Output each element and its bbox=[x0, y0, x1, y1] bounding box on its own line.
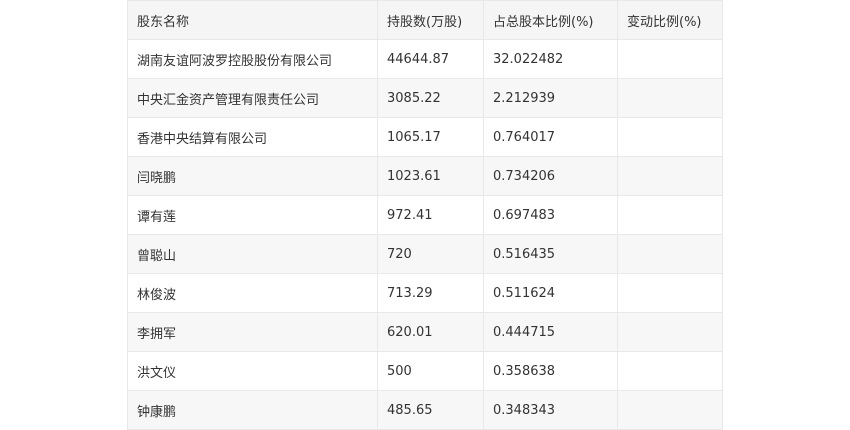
cell-share-ratio: 0.511624 bbox=[483, 273, 618, 313]
table-row: 洪文仪 500 0.358638 bbox=[127, 351, 723, 391]
cell-shares-held: 720 bbox=[377, 234, 484, 274]
cell-share-ratio: 0.516435 bbox=[483, 234, 618, 274]
table-row: 闫晓鹏 1023.61 0.734206 bbox=[127, 156, 723, 196]
cell-shares-held: 1065.17 bbox=[377, 117, 484, 157]
table-row: 曾聪山 720 0.516435 bbox=[127, 234, 723, 274]
table-row: 香港中央结算有限公司 1065.17 0.764017 bbox=[127, 117, 723, 157]
header-shares-held: 持股数(万股) bbox=[377, 0, 484, 40]
shareholder-table: 股东名称 持股数(万股) 占总股本比例(%) 变动比例(%) 湖南友谊阿波罗控股… bbox=[127, 0, 723, 430]
cell-share-ratio: 0.734206 bbox=[483, 156, 618, 196]
cell-shareholder-name: 中央汇金资产管理有限责任公司 bbox=[127, 78, 378, 118]
cell-change-ratio bbox=[617, 117, 723, 157]
cell-shares-held: 1023.61 bbox=[377, 156, 484, 196]
cell-shareholder-name: 谭有莲 bbox=[127, 195, 378, 235]
cell-shareholder-name: 洪文仪 bbox=[127, 351, 378, 391]
cell-share-ratio: 0.444715 bbox=[483, 312, 618, 352]
cell-shares-held: 972.41 bbox=[377, 195, 484, 235]
cell-shares-held: 485.65 bbox=[377, 390, 484, 430]
cell-shares-held: 713.29 bbox=[377, 273, 484, 313]
cell-share-ratio: 2.212939 bbox=[483, 78, 618, 118]
cell-change-ratio bbox=[617, 273, 723, 313]
cell-change-ratio bbox=[617, 312, 723, 352]
cell-change-ratio bbox=[617, 78, 723, 118]
cell-shareholder-name: 湖南友谊阿波罗控股股份有限公司 bbox=[127, 39, 378, 79]
cell-change-ratio bbox=[617, 195, 723, 235]
cell-shareholder-name: 香港中央结算有限公司 bbox=[127, 117, 378, 157]
cell-shareholder-name: 钟康鹏 bbox=[127, 390, 378, 430]
cell-shareholder-name: 林俊波 bbox=[127, 273, 378, 313]
cell-shares-held: 3085.22 bbox=[377, 78, 484, 118]
table-row: 谭有莲 972.41 0.697483 bbox=[127, 195, 723, 235]
cell-share-ratio: 0.348343 bbox=[483, 390, 618, 430]
table-row: 李拥军 620.01 0.444715 bbox=[127, 312, 723, 352]
cell-share-ratio: 32.022482 bbox=[483, 39, 618, 79]
cell-shareholder-name: 闫晓鹏 bbox=[127, 156, 378, 196]
cell-share-ratio: 0.764017 bbox=[483, 117, 618, 157]
cell-share-ratio: 0.358638 bbox=[483, 351, 618, 391]
cell-shares-held: 44644.87 bbox=[377, 39, 484, 79]
cell-shares-held: 500 bbox=[377, 351, 484, 391]
table-row: 林俊波 713.29 0.511624 bbox=[127, 273, 723, 313]
shareholder-table-container: 股东名称 持股数(万股) 占总股本比例(%) 变动比例(%) 湖南友谊阿波罗控股… bbox=[127, 0, 723, 430]
table-header-row: 股东名称 持股数(万股) 占总股本比例(%) 变动比例(%) bbox=[127, 0, 723, 40]
header-change-ratio: 变动比例(%) bbox=[617, 0, 723, 40]
table-row: 湖南友谊阿波罗控股股份有限公司 44644.87 32.022482 bbox=[127, 39, 723, 79]
cell-shareholder-name: 曾聪山 bbox=[127, 234, 378, 274]
cell-change-ratio bbox=[617, 390, 723, 430]
header-share-ratio: 占总股本比例(%) bbox=[483, 0, 618, 40]
cell-change-ratio bbox=[617, 156, 723, 196]
cell-change-ratio bbox=[617, 234, 723, 274]
header-shareholder-name: 股东名称 bbox=[127, 0, 378, 40]
cell-change-ratio bbox=[617, 351, 723, 391]
table-row: 中央汇金资产管理有限责任公司 3085.22 2.212939 bbox=[127, 78, 723, 118]
cell-shareholder-name: 李拥军 bbox=[127, 312, 378, 352]
cell-share-ratio: 0.697483 bbox=[483, 195, 618, 235]
cell-shares-held: 620.01 bbox=[377, 312, 484, 352]
cell-change-ratio bbox=[617, 39, 723, 79]
table-row: 钟康鹏 485.65 0.348343 bbox=[127, 390, 723, 430]
